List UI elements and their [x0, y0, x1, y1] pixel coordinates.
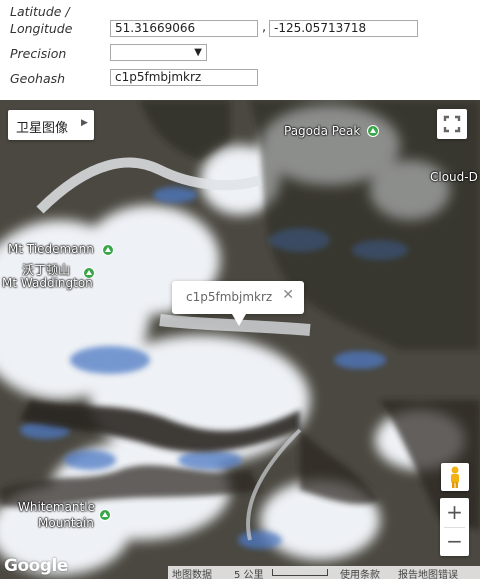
peak-marker-icon: [99, 509, 111, 521]
zoom-in-button[interactable]: +: [440, 498, 469, 527]
place-label-whitemantle: Whitemantle: [18, 500, 95, 514]
pegman-icon: [451, 466, 459, 488]
latlng-label-line1: Latitude /: [10, 4, 70, 19]
map-attribution-bar: 地图数据 5 公里 使用条款 报告地图错误: [168, 566, 480, 579]
latlng-label-line2: Longitude: [10, 21, 73, 36]
place-label-mountain: Mountain: [38, 516, 94, 530]
peak-marker-icon: [102, 244, 114, 256]
fullscreen-button[interactable]: [437, 109, 467, 139]
place-label-mt-tiedemann: Mt Tiedemann: [8, 242, 94, 256]
zoom-out-button[interactable]: −: [440, 527, 469, 556]
street-view-pegman-button[interactable]: [441, 463, 469, 491]
terms-link[interactable]: 使用条款: [340, 566, 380, 579]
fullscreen-icon: [443, 115, 461, 133]
geohash-label: Geohash: [10, 71, 66, 86]
geohash-form: Latitude / Longitude 51.31669066 , -125.…: [0, 0, 480, 100]
precision-label: Precision: [10, 46, 67, 61]
map-type-control[interactable]: 卫星图像 ▶: [8, 110, 94, 140]
latlng-separator: ,: [262, 20, 267, 35]
latitude-input[interactable]: 51.31669066: [110, 20, 258, 37]
place-label-mt-waddington: Mt Waddington: [2, 276, 93, 290]
place-label-cloud-d: Cloud-D: [430, 170, 478, 184]
info-window-text: c1p5fmbjmkrz: [186, 290, 273, 304]
scale-bar: [272, 569, 328, 576]
report-map-error-link[interactable]: 报告地图错误: [398, 566, 458, 579]
geohash-input[interactable]: c1p5fmbjmkrz: [110, 69, 258, 86]
chevron-down-icon: ▼: [194, 47, 202, 58]
info-window-tail: [232, 314, 246, 326]
geohash-info-window: c1p5fmbjmkrz ✕: [172, 281, 304, 326]
google-logo: Google: [4, 556, 68, 576]
scale-label[interactable]: 5 公里: [234, 566, 264, 579]
satellite-map[interactable]: 卫星图像 ▶ Pagoda Peak Cloud-D Mt Tiedemann …: [0, 100, 480, 579]
precision-select[interactable]: ▼: [110, 44, 207, 61]
close-icon[interactable]: ✕: [282, 287, 294, 303]
map-type-label: 卫星图像: [16, 121, 69, 136]
zoom-control: + −: [440, 498, 469, 556]
peak-marker-icon: [367, 125, 379, 137]
place-label-pagoda-peak: Pagoda Peak: [284, 124, 361, 138]
map-data-link[interactable]: 地图数据: [172, 566, 212, 579]
longitude-input[interactable]: -125.05713718: [269, 20, 418, 37]
map-type-dropdown-icon: ▶: [81, 118, 88, 128]
